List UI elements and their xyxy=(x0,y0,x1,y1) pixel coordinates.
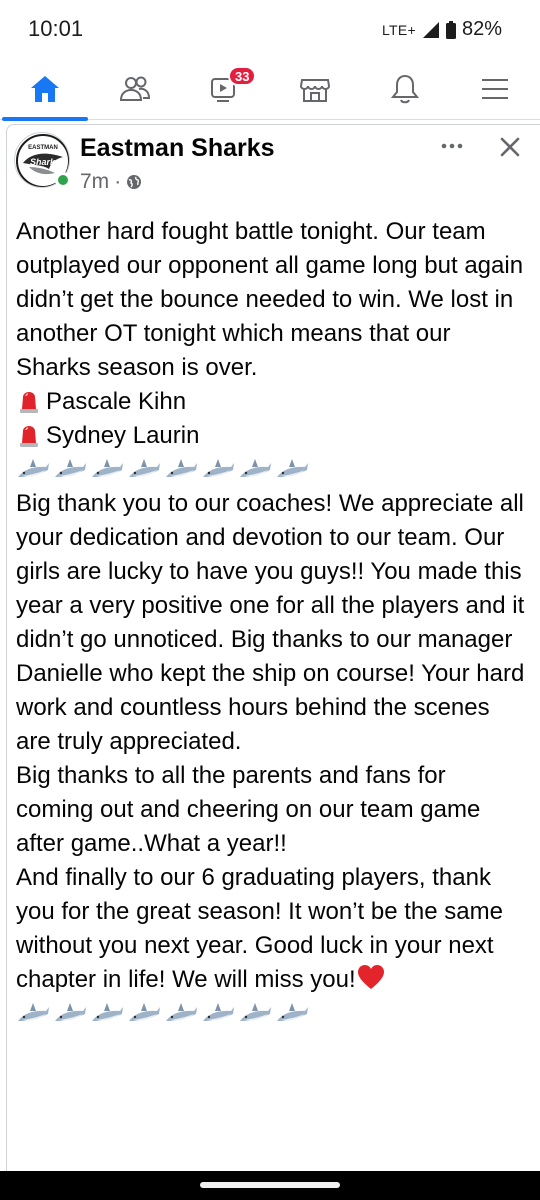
shark-emoji-icon xyxy=(277,1003,308,1021)
tab-menu[interactable] xyxy=(450,58,540,120)
shark-emoji-icon xyxy=(129,1003,160,1021)
status-bar: 10:01 LTE+ 82% xyxy=(0,0,540,58)
shark-emoji-icon xyxy=(55,1003,86,1021)
globe-icon xyxy=(127,175,142,189)
post-paragraph: Big thanks to all the parents and fans f… xyxy=(16,762,481,857)
player-line: Pascale Kihn xyxy=(16,385,526,419)
watch-badge: 33 xyxy=(228,66,257,86)
post-body: Another hard fought battle tonight. Our … xyxy=(16,215,526,1031)
close-icon xyxy=(500,137,520,157)
friends-icon xyxy=(119,76,151,101)
shark-emoji-icon xyxy=(92,459,123,477)
post-header: EASTMAN Sharks Eastman Sharks 7m · xyxy=(14,132,534,198)
close-post-button[interactable] xyxy=(492,132,528,162)
post-meta: 7m · xyxy=(80,170,142,194)
bell-icon xyxy=(390,74,420,104)
shark-emoji-icon xyxy=(240,459,271,477)
signal-icon xyxy=(422,21,439,38)
shark-emoji-icon xyxy=(240,1003,271,1021)
post-paragraph: Big thank you to our coaches! We appreci… xyxy=(16,490,525,755)
shark-emoji-icon xyxy=(55,459,86,477)
network-type: LTE+ xyxy=(381,21,416,38)
heart-emoji-icon xyxy=(357,965,384,989)
shark-emoji-icon xyxy=(129,459,160,477)
meta-separator: · xyxy=(114,170,122,193)
post-paragraph: And finally to our 6 graduating players,… xyxy=(16,861,526,997)
menu-icon xyxy=(482,79,508,99)
player-name[interactable]: Pascale Kihn xyxy=(46,385,186,419)
avatar-text: EASTMAN xyxy=(28,145,58,151)
tab-watch[interactable]: 33 xyxy=(180,58,270,120)
player-name[interactable]: Sydney Laurin xyxy=(46,419,199,453)
status-indicators: LTE+ 82% xyxy=(382,18,502,41)
marketplace-icon xyxy=(299,79,331,102)
shark-emoji-icon xyxy=(203,459,234,477)
shark-emoji-icon xyxy=(203,1003,234,1021)
shark-emoji-icon xyxy=(18,459,49,477)
tab-marketplace[interactable] xyxy=(270,58,360,120)
battery-level: 82% xyxy=(461,18,502,40)
shark-emoji-icon xyxy=(166,1003,197,1021)
shark-emoji-icon xyxy=(166,459,197,477)
player-line: Sydney Laurin xyxy=(16,419,526,453)
system-nav-bar xyxy=(0,1171,540,1200)
avatar-logo-text: Sharks xyxy=(30,157,60,167)
active-status-dot xyxy=(55,172,71,188)
more-icon xyxy=(441,143,463,149)
closing-text: And finally to our 6 graduating players,… xyxy=(16,864,503,993)
status-time: 10:01 xyxy=(28,16,84,41)
post-paragraph: Another hard fought battle tonight. Our … xyxy=(16,218,524,381)
shark-emoji-icon xyxy=(18,1003,49,1021)
home-icon xyxy=(31,76,59,102)
battery-icon xyxy=(445,20,456,39)
shark-emoji-icon xyxy=(277,459,308,477)
shark-emoji-icon xyxy=(92,1003,123,1021)
tab-home[interactable] xyxy=(0,58,90,121)
top-nav-bar: 33 xyxy=(0,58,540,121)
siren-emoji-icon xyxy=(20,426,38,447)
home-handle[interactable] xyxy=(200,1182,340,1188)
siren-emoji-icon xyxy=(20,392,38,413)
post-time[interactable]: 7m xyxy=(80,170,109,194)
more-options-button[interactable] xyxy=(432,132,472,160)
shark-emoji-row xyxy=(16,997,526,1031)
shark-emoji-row xyxy=(16,453,526,487)
post-author[interactable]: Eastman Sharks xyxy=(80,134,275,163)
tab-friends[interactable] xyxy=(90,58,180,120)
tab-notifications[interactable] xyxy=(360,58,450,120)
